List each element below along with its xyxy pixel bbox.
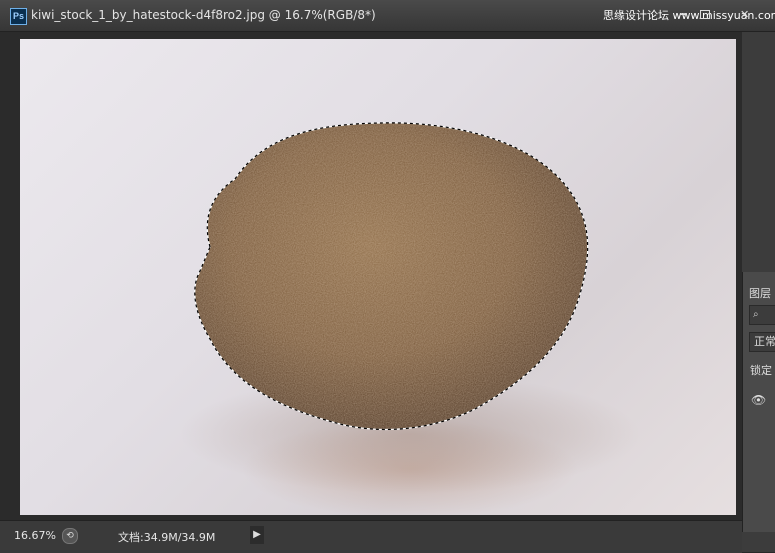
visibility-eye-icon[interactable]: 👁 <box>751 393 766 407</box>
blend-mode-select[interactable]: 正常 <box>749 332 775 352</box>
document-title[interactable]: kiwi_stock_1_by_hatestock-d4f8ro2.jpg @ … <box>31 8 376 22</box>
lock-label: 锁定 <box>750 364 772 377</box>
status-menu-icon[interactable]: ⟲ <box>62 528 78 544</box>
close-button[interactable]: ✕ <box>740 9 749 20</box>
document-tab-bar[interactable]: Ps kiwi_stock_1_by_hatestock-d4f8ro2.jpg… <box>0 0 775 32</box>
status-arrow-button[interactable]: ▶ <box>250 526 264 544</box>
image-canvas[interactable] <box>20 39 736 515</box>
layers-panel: 图层 ⌕ 正常 锁定 👁 <box>742 272 775 532</box>
minimize-button[interactable]: ━ <box>680 9 687 20</box>
layer-filter-search-icon[interactable]: ⌕ <box>749 305 775 325</box>
status-bar: 16.67% ⟲ 文档:34.9M/34.9M ▶ <box>0 520 742 553</box>
photoshop-logo-icon: Ps <box>10 8 27 25</box>
photoshop-window: Ps kiwi_stock_1_by_hatestock-d4f8ro2.jpg… <box>0 0 775 553</box>
layers-tab[interactable]: 图层 <box>749 285 771 301</box>
kiwi-photo <box>180 122 640 494</box>
zoom-level[interactable]: 16.67% <box>14 529 56 542</box>
document-size-info: 文档:34.9M/34.9M <box>118 531 216 544</box>
maximize-button[interactable] <box>700 10 710 19</box>
